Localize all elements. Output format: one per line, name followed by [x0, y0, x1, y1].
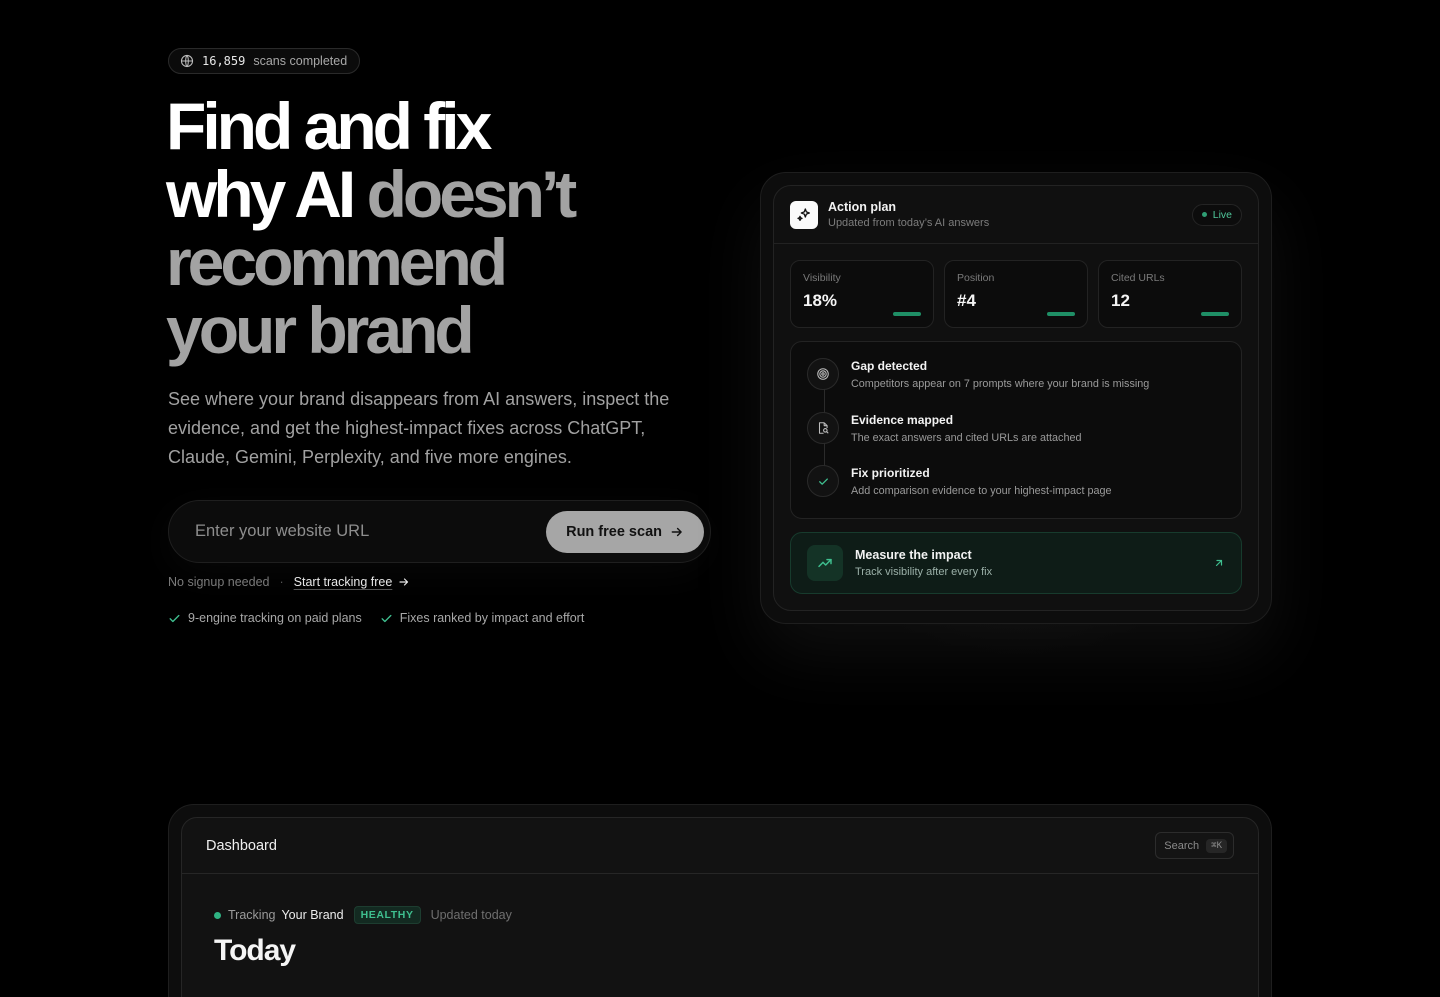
run-free-scan-button[interactable]: Run free scan	[546, 510, 704, 553]
step-text: The exact answers and cited URLs are att…	[851, 431, 1082, 444]
headline-line-4: your brand	[166, 293, 475, 367]
action-plan-card: Action plan Updated from today’s AI answ…	[773, 185, 1259, 611]
stats-row: Visibility 18% Position #4 Cited URLs 12	[774, 244, 1258, 328]
updated-text: Updated today	[430, 908, 512, 922]
headline-line-2-gray: doesn’t	[366, 157, 578, 231]
stat-label: Position	[957, 272, 995, 284]
step-fix-prioritized: Fix prioritized Add comparison evidence …	[807, 465, 1225, 519]
action-plan-subtitle: Updated from today’s AI answers	[828, 217, 990, 229]
tracking-row: Tracking Your Brand HEALTHY Updated toda…	[214, 906, 512, 924]
step-title: Fix prioritized	[851, 466, 930, 480]
file-search-icon	[807, 411, 839, 444]
run-free-scan-label: Run free scan	[566, 523, 662, 540]
check-icon	[169, 614, 180, 622]
sparkle-icon	[790, 200, 818, 229]
step-title: Gap detected	[851, 359, 928, 373]
hero-subheadline: See where your brand disappears from AI …	[168, 389, 670, 467]
stat-value: 12	[1111, 291, 1130, 310]
stat-visibility: Visibility 18%	[790, 260, 934, 328]
scans-count: 16,859	[202, 54, 246, 68]
check-icon	[381, 614, 392, 622]
stat-bar	[1047, 312, 1075, 316]
headline-line-3: recommend	[166, 225, 508, 299]
search-label: Search	[1164, 839, 1200, 852]
feature-checks: 9-engine tracking on paid plans Fixes ra…	[168, 611, 584, 625]
measure-title: Measure the impact	[855, 548, 972, 562]
live-status-badge: Live	[1191, 203, 1242, 226]
stat-bar	[1201, 312, 1229, 316]
step-text: Add comparison evidence to your highest-…	[851, 485, 1112, 497]
steps-panel: Gap detected Competitors appear on 7 pro…	[790, 341, 1242, 519]
stat-cited-urls: Cited URLs 12	[1098, 260, 1242, 328]
live-dot	[1201, 212, 1207, 217]
arrow-up-right-icon	[1215, 559, 1223, 567]
cta-meta-row: No signup needed · Start tracking free	[168, 575, 410, 589]
brand-name: Your Brand	[281, 908, 344, 922]
search-shortcut: ⌘K	[1206, 838, 1227, 853]
arrow-right-icon	[399, 578, 409, 586]
stat-label: Cited URLs	[1111, 272, 1165, 284]
step-title: Evidence mapped	[851, 412, 954, 427]
start-tracking-link[interactable]: Start tracking free	[294, 575, 411, 589]
dashboard-search-button[interactable]: Search ⌘K	[1155, 832, 1234, 859]
target-icon	[807, 358, 839, 390]
stat-bar	[893, 312, 921, 316]
feature-check-label: 9-engine tracking on paid plans	[188, 611, 362, 625]
hero-headline: Find and fix why AI doesn’t recommend yo…	[166, 92, 766, 364]
measure-impact-link[interactable]: Measure the impact Track visibility afte…	[790, 532, 1242, 594]
stat-value: 18%	[803, 291, 838, 310]
feature-check-item: Fixes ranked by impact and effort	[380, 611, 585, 625]
step-evidence-mapped: Evidence mapped The exact answers and ci…	[807, 411, 1225, 466]
stat-position: Position #4	[944, 260, 1088, 328]
stat-value: #4	[957, 291, 976, 310]
action-plan-header: Action plan Updated from today’s AI answ…	[774, 186, 1258, 244]
trending-up-icon	[807, 545, 843, 581]
dashboard-preview: Dashboard Search ⌘K Tracking Your Brand …	[181, 817, 1259, 997]
dashboard-heading: Today	[214, 934, 296, 967]
health-badge: HEALTHY	[353, 906, 421, 924]
url-form: Run free scan	[168, 500, 711, 563]
live-label: Live	[1212, 208, 1232, 221]
scans-label: scans completed	[253, 54, 348, 68]
check-icon	[807, 465, 839, 497]
arrow-right-icon	[671, 527, 682, 536]
step-gap-detected: Gap detected Competitors appear on 7 pro…	[807, 358, 1225, 412]
start-tracking-label: Start tracking free	[293, 575, 393, 589]
feature-check-label: Fixes ranked by impact and effort	[399, 611, 585, 625]
website-url-input[interactable]	[195, 522, 547, 541]
dashboard-header: Dashboard Search ⌘K	[182, 818, 1258, 874]
scans-counter-pill: 16,859 scans completed	[168, 48, 361, 74]
headline-line-1: Find and fix	[166, 89, 492, 163]
step-text: Competitors appear on 7 prompts where yo…	[851, 378, 1150, 390]
status-dot	[214, 911, 221, 919]
measure-text: Track visibility after every fix	[855, 566, 993, 578]
dashboard-title: Dashboard	[206, 837, 277, 854]
feature-check-item: 9-engine tracking on paid plans	[168, 611, 362, 625]
headline-line-2-white: why AI	[166, 157, 356, 231]
stat-label: Visibility	[803, 272, 841, 284]
action-plan-title: Action plan	[828, 200, 897, 214]
no-signup-text: No signup needed	[168, 575, 270, 589]
tracking-label: Tracking	[228, 908, 276, 922]
separator-dot: ·	[279, 575, 284, 589]
globe-icon	[180, 54, 194, 68]
